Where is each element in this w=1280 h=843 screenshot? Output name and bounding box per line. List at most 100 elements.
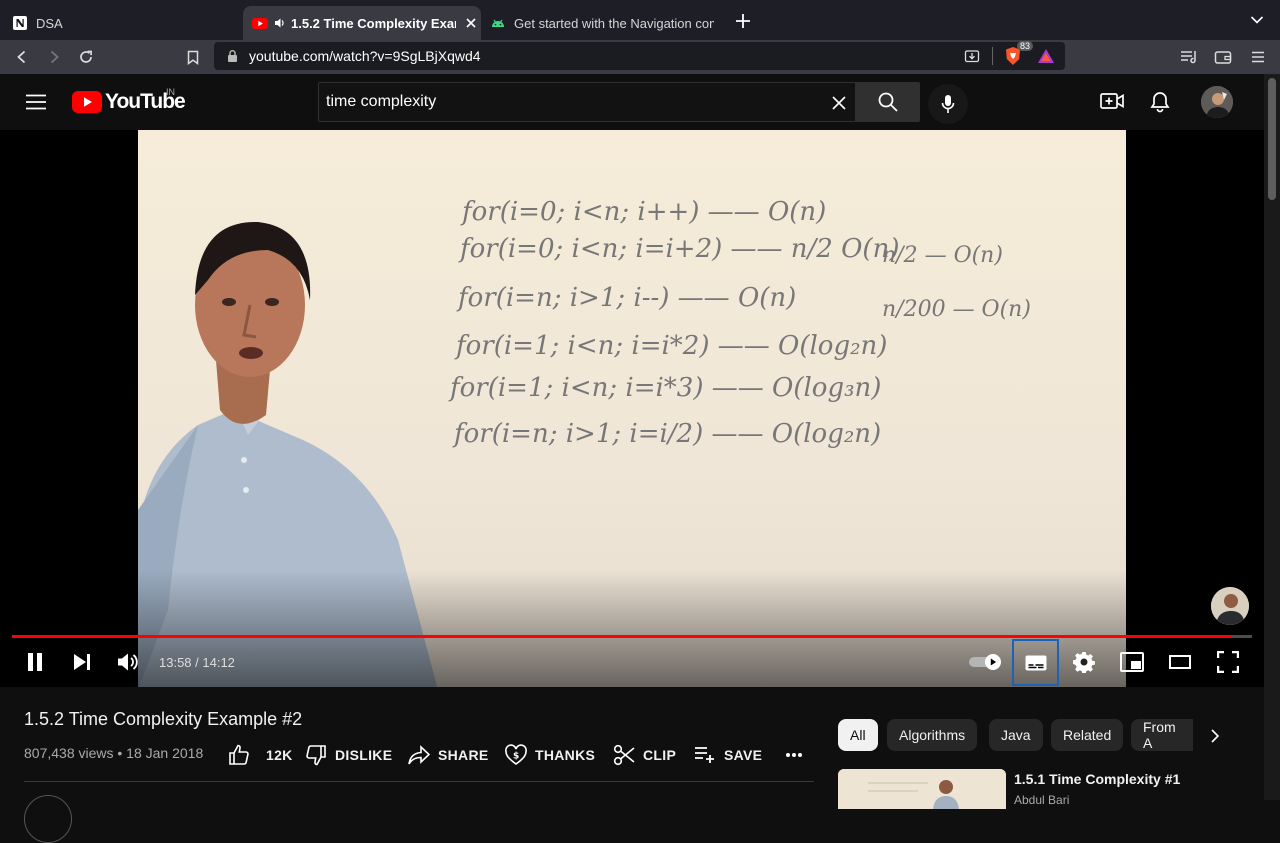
save-button[interactable]: SAVE — [694, 740, 762, 770]
close-tab-icon[interactable] — [466, 18, 476, 28]
youtube-play-logo-icon — [72, 91, 102, 113]
related-video-thumbnail[interactable] — [838, 769, 1006, 809]
board-line: for(i=0; i<n; i=i+2) —— n/2 O(n) — [458, 234, 899, 264]
progress-bar[interactable] — [12, 635, 1252, 638]
chip-algorithms[interactable]: Algorithms — [887, 719, 978, 751]
tab-android-docs[interactable]: Get started with the Navigation com — [490, 6, 718, 40]
shield-count-badge: 83 — [1017, 41, 1034, 51]
chip-related[interactable]: Related — [1051, 719, 1124, 751]
chip-from-channel[interactable]: From A — [1131, 719, 1193, 751]
reading-list-icon[interactable] — [1179, 47, 1199, 67]
youtube-logo[interactable]: YouTube IN — [72, 87, 186, 114]
search-button[interactable] — [856, 82, 920, 122]
tab-title: DSA — [36, 15, 63, 31]
search-icon — [878, 92, 898, 112]
share-label: SHARE — [438, 747, 489, 763]
clear-search-icon[interactable] — [832, 96, 846, 110]
android-icon — [490, 15, 506, 31]
url-text: youtube.com/watch?v=9SgLBjXqwd4 — [249, 48, 481, 64]
dislike-label: DISLIKE — [335, 747, 393, 763]
board-line: for(i=0; i<n; i++) —— O(n) — [460, 197, 826, 227]
brave-rewards-icon[interactable] — [1037, 48, 1055, 64]
tab-title: Get started with the Navigation com — [514, 15, 714, 31]
chip-java[interactable]: Java — [989, 719, 1043, 751]
next-button[interactable] — [64, 648, 100, 676]
scissors-icon — [613, 744, 643, 766]
tab-dsa[interactable]: DSA — [12, 6, 240, 40]
tab-list-chevron-icon[interactable] — [1250, 15, 1264, 25]
install-app-icon[interactable] — [964, 48, 980, 64]
chip-all[interactable]: All — [838, 719, 878, 751]
board-line: for(i=n; i>1; i--) —— O(n) — [456, 283, 796, 313]
youtube-icon — [252, 15, 268, 31]
board-side-note: n/2 — O(n) — [882, 243, 1003, 268]
country-code: IN — [166, 87, 175, 97]
notion-icon — [12, 15, 28, 31]
voice-search-button[interactable] — [928, 84, 968, 124]
search-box — [318, 82, 856, 122]
theater-mode-icon — [1169, 655, 1191, 669]
dislike-button[interactable]: DISLIKE — [305, 740, 392, 770]
clip-label: CLIP — [643, 747, 677, 763]
tab-youtube-active[interactable]: 1.5.2 Time Complexity Examp — [243, 6, 481, 40]
theater-mode-button[interactable] — [1162, 648, 1198, 676]
related-video-title[interactable]: 1.5.1 Time Complexity #1 — [1014, 771, 1180, 787]
lock-icon — [227, 49, 238, 63]
channel-watermark-avatar[interactable] — [1211, 587, 1249, 625]
thumbs-up-icon — [228, 744, 258, 766]
tab-title: 1.5.2 Time Complexity Examp — [291, 15, 456, 31]
svg-text:$: $ — [513, 752, 520, 762]
volume-button[interactable] — [110, 648, 146, 676]
autoplay-toggle[interactable] — [966, 648, 1004, 676]
more-actions-button[interactable] — [785, 740, 811, 770]
microphone-icon — [941, 94, 955, 114]
account-avatar[interactable] — [1201, 86, 1233, 118]
settings-button[interactable] — [1066, 648, 1102, 676]
board-line: for(i=1; i<n; i=i*3) —— O(log₃n) — [448, 373, 881, 403]
miniplayer-button[interactable] — [1114, 648, 1150, 676]
reload-button[interactable] — [76, 47, 96, 67]
video-title: 1.5.2 Time Complexity Example #2 — [24, 709, 303, 729]
page-scrollbar[interactable] — [1264, 74, 1280, 800]
playlist-add-icon — [694, 746, 724, 764]
new-tab-button[interactable] — [735, 13, 751, 29]
fullscreen-button[interactable] — [1210, 648, 1246, 676]
create-video-icon[interactable] — [1100, 92, 1124, 110]
more-horizontal-icon — [785, 752, 811, 758]
speaker-icon[interactable] — [274, 17, 286, 29]
board-side-note: n/200 — O(n) — [882, 297, 1031, 322]
fullscreen-icon — [1217, 651, 1239, 673]
save-label: SAVE — [724, 747, 763, 763]
share-icon — [408, 745, 438, 765]
channel-avatar[interactable] — [24, 795, 72, 843]
pause-button[interactable] — [17, 648, 53, 676]
skip-next-icon — [73, 653, 91, 671]
scrollbar-thumb[interactable] — [1268, 78, 1276, 200]
browser-toolbar: youtube.com/watch?v=9SgLBjXqwd4 83 — [0, 40, 1280, 74]
back-button[interactable] — [12, 47, 32, 67]
share-button[interactable]: SHARE — [408, 740, 489, 770]
address-bar[interactable]: youtube.com/watch?v=9SgLBjXqwd4 83 — [214, 41, 1065, 70]
subtitles-button[interactable] — [1012, 639, 1059, 686]
pause-icon — [26, 652, 44, 672]
miniplayer-icon — [1120, 652, 1144, 672]
bookmark-icon[interactable] — [183, 47, 203, 67]
subtitles-icon — [1025, 655, 1047, 671]
hamburger-menu-icon[interactable] — [26, 94, 46, 110]
like-button[interactable]: 12K — [228, 740, 293, 770]
notifications-bell-icon[interactable] — [1150, 91, 1170, 113]
clip-button[interactable]: CLIP — [613, 740, 676, 770]
wallet-icon[interactable] — [1213, 47, 1233, 67]
chevron-right-icon[interactable] — [1210, 729, 1220, 743]
divider — [992, 47, 993, 65]
board-line: for(i=1; i<n; i=i*2) —— O(log₂n) — [454, 331, 887, 361]
thumbs-down-icon — [305, 744, 335, 766]
search-input[interactable] — [326, 93, 806, 111]
video-player[interactable]: for(i=0; i<n; i++) —— O(n) for(i=0; i<n;… — [0, 130, 1264, 687]
menu-icon[interactable] — [1248, 47, 1268, 67]
super-thanks-icon: $ — [505, 744, 535, 766]
related-video-channel[interactable]: Abdul Bari — [1014, 793, 1069, 807]
video-view-count-date[interactable]: 807,438 views • 18 Jan 2018 — [24, 745, 203, 761]
thanks-button[interactable]: $ THANKS — [505, 740, 595, 770]
forward-button[interactable] — [44, 47, 64, 67]
